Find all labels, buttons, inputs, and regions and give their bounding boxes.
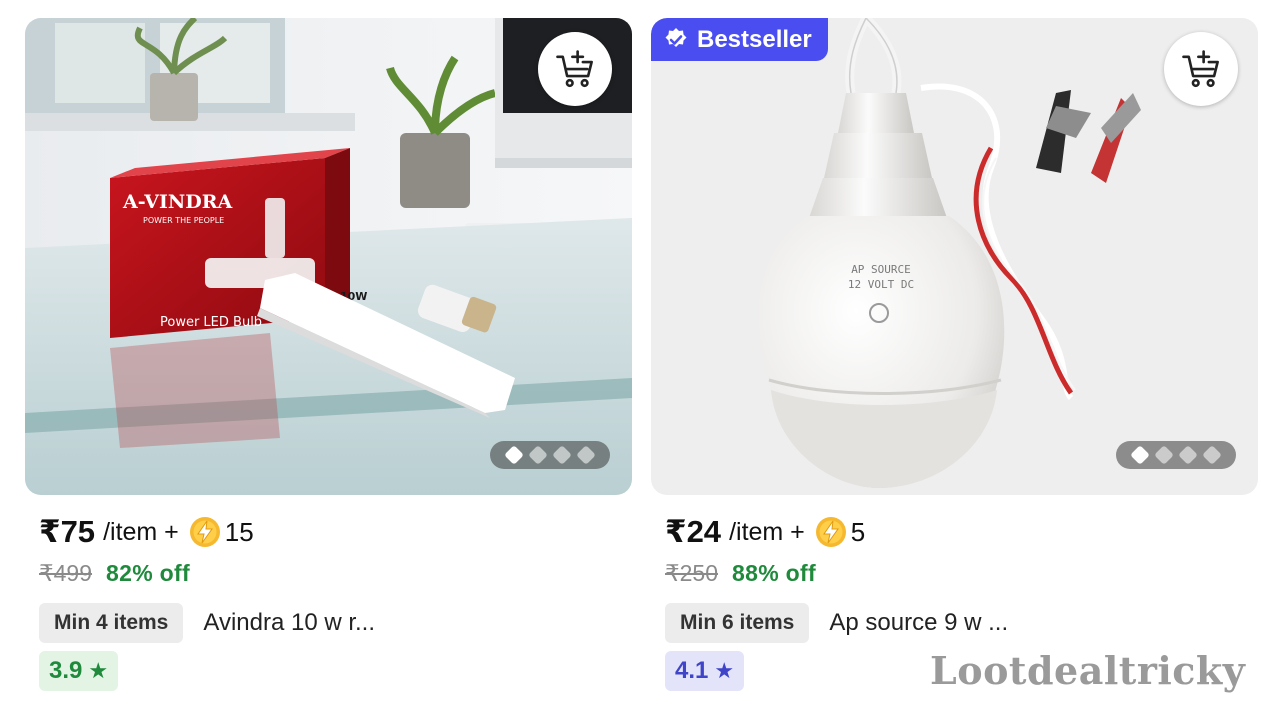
min-items-chip: Min 6 items [665, 603, 810, 643]
box-product-text: Power LED Bulb [160, 315, 262, 330]
rating-value: 4.1 [675, 657, 709, 684]
bestseller-badge: Bestseller [651, 18, 828, 61]
price-row: ₹75 /item + 15 [39, 512, 254, 552]
carousel-indicator[interactable] [490, 441, 610, 469]
carousel-dot[interactable] [504, 445, 524, 465]
lightning-coin-icon [815, 517, 846, 547]
min-order-row: Min 6 items Ap source 9 w ... [665, 603, 1008, 643]
per-item-label: /item + [103, 517, 179, 546]
product-photo-led-bulb-box: A-VINDRA POWER THE PEOPLE Power LED Bulb… [25, 18, 632, 495]
carousel-dot[interactable] [576, 445, 596, 465]
original-price: ₹250 [665, 560, 719, 586]
original-price: ₹499 [39, 560, 93, 586]
product-card-ap-source[interactable]: AP SOURCE 12 VOLT DC Bestseller ₹24 /ite… [651, 18, 1258, 691]
box-tagline-text: POWER THE PEOPLE [143, 216, 224, 225]
coin-count: 5 [850, 516, 866, 547]
discount-label: 82% off [106, 560, 190, 586]
verified-badge-icon [665, 27, 687, 47]
price-row: ₹24 /item + 5 [665, 512, 865, 552]
carousel-dot[interactable] [1178, 445, 1198, 465]
product-name[interactable]: Avindra 10 w r... [203, 609, 375, 637]
product-photo-dc-bulb-with-clips: AP SOURCE 12 VOLT DC [651, 18, 1258, 495]
rating-badge: 4.1 ★ [665, 651, 745, 691]
discount-label: 88% off [732, 560, 816, 586]
carousel-dot[interactable] [552, 445, 572, 465]
rating-value: 3.9 [49, 657, 83, 684]
price: ₹75 [39, 514, 96, 549]
product-name[interactable]: Ap source 9 w ... [829, 609, 1008, 637]
lightning-coin-icon [189, 517, 220, 547]
add-to-cart-button[interactable] [1164, 32, 1238, 106]
box-brand-text: A-VINDRA [122, 191, 233, 213]
coin-count: 15 [224, 516, 254, 547]
carousel-indicator[interactable] [1116, 441, 1236, 469]
mrp-row: ₹250 88% off [665, 560, 816, 587]
mrp-row: ₹499 82% off [39, 560, 190, 587]
svg-text:AP SOURCE: AP SOURCE [851, 263, 911, 276]
min-items-chip: Min 4 items [39, 603, 184, 643]
product-image-carousel[interactable]: A-VINDRA POWER THE PEOPLE Power LED Bulb… [25, 18, 632, 495]
carousel-dot[interactable] [1202, 445, 1222, 465]
watermark-text: Lootdealtricky [930, 648, 1246, 693]
product-image-carousel[interactable]: AP SOURCE 12 VOLT DC Bestseller [651, 18, 1258, 495]
carousel-dot[interactable] [528, 445, 548, 465]
rating-badge: 3.9 ★ [39, 651, 119, 691]
badge-label: Bestseller [697, 25, 812, 53]
price: ₹24 [665, 514, 722, 549]
add-to-cart-icon [1182, 50, 1219, 88]
carousel-dot[interactable] [1130, 445, 1150, 465]
svg-text:12 VOLT DC: 12 VOLT DC [848, 278, 914, 291]
add-to-cart-button[interactable] [538, 32, 612, 106]
min-order-row: Min 4 items Avindra 10 w r... [39, 603, 375, 643]
product-card-avindra[interactable]: A-VINDRA POWER THE PEOPLE Power LED Bulb… [25, 18, 632, 691]
add-to-cart-icon [556, 50, 593, 88]
carousel-dot[interactable] [1154, 445, 1174, 465]
star-icon: ★ [714, 658, 735, 683]
per-item-label: /item + [729, 517, 805, 546]
star-icon: ★ [88, 658, 109, 683]
